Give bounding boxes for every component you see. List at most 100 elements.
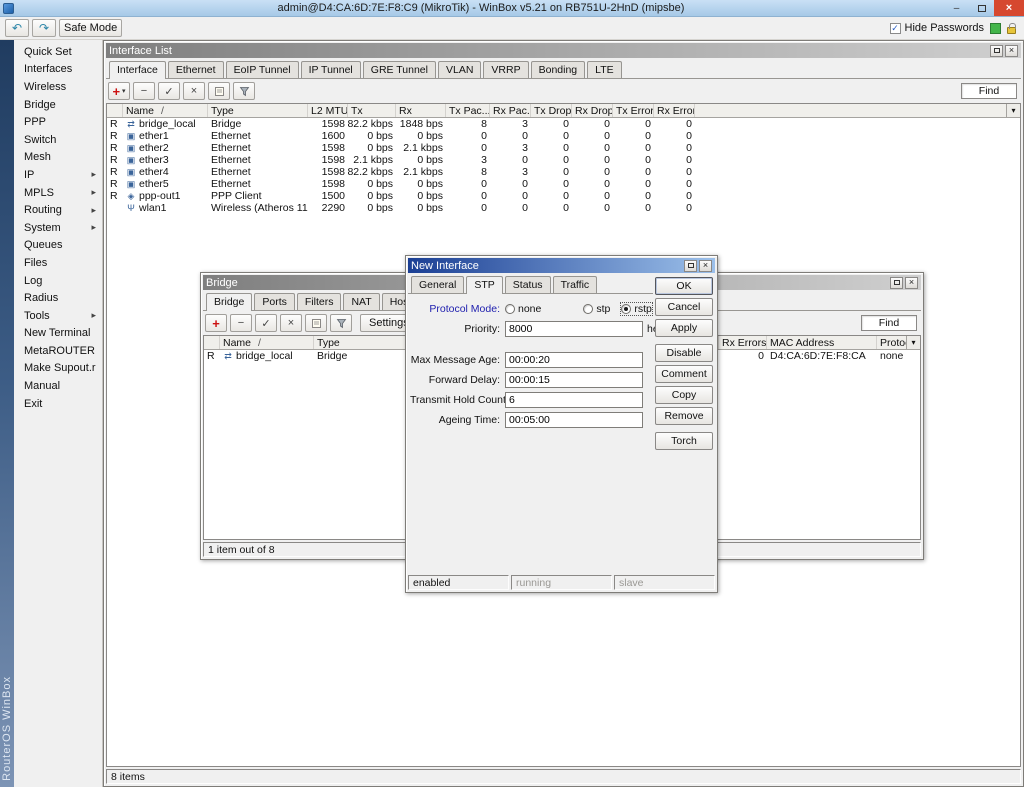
interface-row[interactable]: R ▣ether4 Ethernet 1598 82.2 kbps 2.1 kb… [107, 166, 1020, 178]
sidebar-item[interactable]: Switch [14, 131, 102, 149]
copy-button[interactable]: Copy [655, 386, 713, 404]
comment-button[interactable]: Comment [655, 365, 713, 383]
column-header-type[interactable]: Type [314, 336, 406, 349]
column-header-rx-errors[interactable]: Rx Errors [719, 336, 767, 349]
tab-status[interactable]: Status [505, 276, 551, 293]
interface-row[interactable]: R ▣ether1 Ethernet 1600 0 bps 0 bps 0 0 … [107, 130, 1020, 142]
tab-traffic[interactable]: Traffic [553, 276, 598, 293]
sidebar-item[interactable]: Make Supout.rif [14, 360, 102, 378]
close-window-button[interactable]: × [1005, 45, 1018, 57]
flag-column-header[interactable] [107, 104, 123, 117]
comment-button[interactable] [208, 82, 230, 100]
find-button[interactable]: Find [861, 315, 917, 331]
tab-vrrp[interactable]: VRRP [483, 61, 528, 78]
protocol-none-radio[interactable]: none [505, 303, 541, 315]
sidebar-item[interactable]: New Terminal [14, 325, 102, 343]
sidebar-item[interactable]: Mesh [14, 149, 102, 167]
torch-button[interactable]: Torch [655, 432, 713, 450]
column-header-name[interactable]: Name/ [123, 104, 208, 117]
interface-row[interactable]: R ▣ether3 Ethernet 1598 2.1 kbps 0 bps 3… [107, 154, 1020, 166]
disable-button[interactable]: Disable [655, 344, 713, 362]
tab-bonding[interactable]: Bonding [531, 61, 586, 78]
sidebar-item[interactable]: MPLS ▸ [14, 184, 102, 202]
hide-passwords-checkbox[interactable]: ✓ Hide Passwords [890, 22, 984, 34]
cancel-button[interactable]: Cancel [655, 298, 713, 316]
column-header-tx-packet[interactable]: Tx Pac... [446, 104, 490, 117]
sidebar-item[interactable]: Radius [14, 289, 102, 307]
interface-list-titlebar[interactable]: Interface List × [106, 43, 1021, 58]
enable-button[interactable]: ✓ [255, 314, 277, 332]
close-dialog-button[interactable]: × [699, 260, 712, 272]
column-header-rx[interactable]: Rx [396, 104, 446, 117]
tab-ip-tunnel[interactable]: IP Tunnel [301, 61, 361, 78]
transmit-hold-count-input[interactable] [505, 392, 643, 408]
add-button[interactable]: + ▾ [108, 82, 130, 100]
priority-input[interactable] [505, 321, 643, 337]
disable-button[interactable]: × [280, 314, 302, 332]
tab-interface[interactable]: Interface [109, 61, 166, 79]
interface-row[interactable]: R ⇄bridge_local Bridge 1598 82.2 kbps 18… [107, 118, 1020, 130]
sidebar-item[interactable]: IP ▸ [14, 166, 102, 184]
close-button[interactable]: × [994, 0, 1024, 16]
column-header-rx-drops[interactable]: Rx Drops [572, 104, 613, 117]
max-message-age-input[interactable] [505, 352, 643, 368]
maximize-dialog-button[interactable] [684, 260, 697, 272]
enable-button[interactable]: ✓ [158, 82, 180, 100]
restore-button[interactable] [890, 277, 903, 289]
column-header-type[interactable]: Type [208, 104, 308, 117]
column-select-button[interactable]: ▾ [906, 336, 920, 349]
sidebar-item[interactable]: System ▸ [14, 219, 102, 237]
maximize-button[interactable] [969, 0, 994, 16]
tab-nat[interactable]: NAT [343, 293, 379, 310]
forward-delay-input[interactable] [505, 372, 643, 388]
app-titlebar[interactable]: admin@D4:CA:6D:7E:F8:C9 (MikroTik) - Win… [0, 0, 1024, 17]
ageing-time-input[interactable] [505, 412, 643, 428]
protocol-stp-radio[interactable]: stp [583, 303, 610, 315]
restore-button[interactable] [990, 45, 1003, 57]
find-button[interactable]: Find [961, 83, 1017, 99]
column-select-button[interactable]: ▾ [1006, 104, 1020, 117]
apply-button[interactable]: Apply [655, 319, 713, 337]
sidebar-item[interactable]: Log [14, 272, 102, 290]
column-header-mac-address[interactable]: MAC Address [767, 336, 877, 349]
sidebar-item[interactable]: Interfaces [14, 61, 102, 79]
ok-button[interactable]: OK [655, 277, 713, 295]
tab-bridge[interactable]: Bridge [206, 293, 252, 311]
sidebar-item[interactable]: Bridge [14, 96, 102, 114]
tab-ethernet[interactable]: Ethernet [168, 61, 224, 78]
flag-column-header[interactable] [204, 336, 220, 349]
tab-gre-tunnel[interactable]: GRE Tunnel [363, 61, 436, 78]
safe-mode-button[interactable]: Safe Mode [59, 19, 122, 37]
sidebar-item[interactable]: Files [14, 254, 102, 272]
comment-button[interactable] [305, 314, 327, 332]
sidebar-item[interactable]: MetaROUTER [14, 342, 102, 360]
tab-eoip-tunnel[interactable]: EoIP Tunnel [226, 61, 299, 78]
column-header-tx-drops[interactable]: Tx Drops [531, 104, 572, 117]
redo-button[interactable]: ↷ [32, 19, 56, 37]
close-window-button[interactable]: × [905, 277, 918, 289]
tab-lte[interactable]: LTE [587, 61, 621, 78]
add-button[interactable]: + [205, 314, 227, 332]
interface-row[interactable]: R ▣ether5 Ethernet 1598 0 bps 0 bps 0 0 … [107, 178, 1020, 190]
remove-button[interactable]: − [133, 82, 155, 100]
dialog-titlebar[interactable]: New Interface × [408, 258, 715, 273]
sidebar-item[interactable]: Queues [14, 237, 102, 255]
remove-button[interactable]: − [230, 314, 252, 332]
sidebar-item[interactable]: Wireless [14, 78, 102, 96]
disable-button[interactable]: × [183, 82, 205, 100]
undo-button[interactable]: ↶ [5, 19, 29, 37]
sidebar-item[interactable]: Exit [14, 395, 102, 413]
remove-button[interactable]: Remove [655, 407, 713, 425]
sidebar-item[interactable]: Manual [14, 377, 102, 395]
sidebar-item[interactable]: Routing ▸ [14, 201, 102, 219]
column-header-l2mtu[interactable]: L2 MTU [308, 104, 348, 117]
filter-button[interactable] [330, 314, 352, 332]
interface-row[interactable]: R ▣ether2 Ethernet 1598 0 bps 2.1 kbps 0… [107, 142, 1020, 154]
column-header-protocol[interactable]: Protoco... [877, 336, 906, 349]
protocol-rstp-radio[interactable]: rstp [621, 303, 652, 315]
interface-row[interactable]: R ◈ppp-out1 PPP Client 1500 0 bps 0 bps … [107, 190, 1020, 202]
minimize-button[interactable]: – [944, 0, 969, 16]
tab-vlan[interactable]: VLAN [438, 61, 481, 78]
column-header-rx-packet[interactable]: Rx Pac... [490, 104, 531, 117]
filter-button[interactable] [233, 82, 255, 100]
